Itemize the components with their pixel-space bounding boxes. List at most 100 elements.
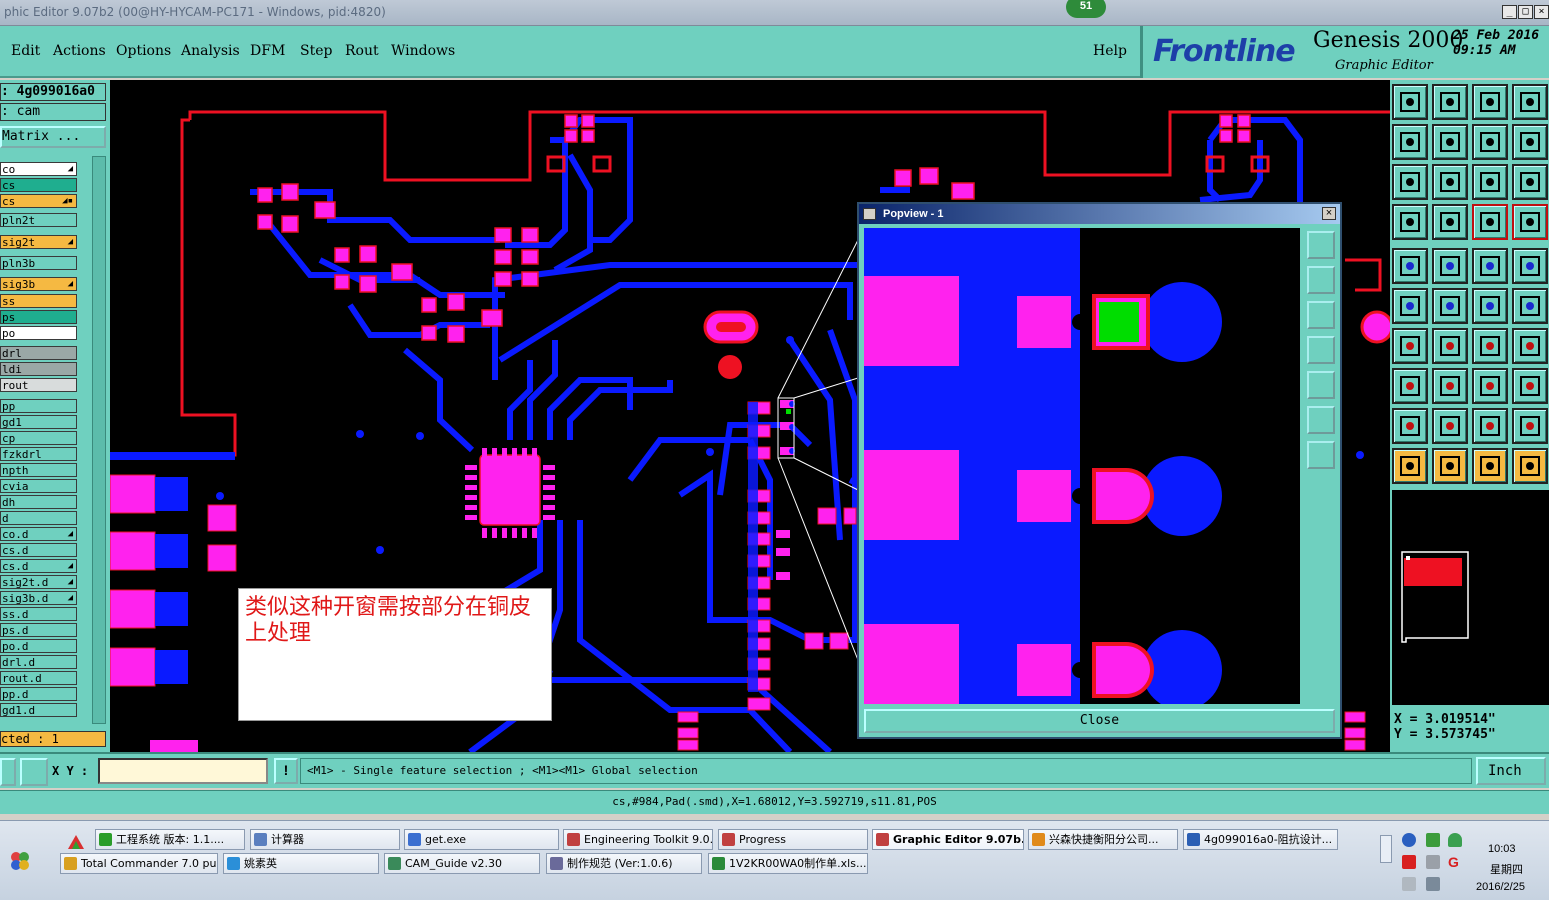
menu-actions[interactable]: Actions	[53, 43, 106, 59]
popview-titlebar[interactable]: Popview - 1	[859, 204, 1340, 224]
layer-row[interactable]: cp	[0, 431, 77, 445]
snap-toggle-icon[interactable]	[0, 758, 16, 786]
taskbar-button[interactable]: 制作规范 (Ver:1.0.6)	[546, 853, 702, 874]
arc-icon[interactable]	[1472, 328, 1508, 364]
layer-row[interactable]: npth	[0, 463, 77, 477]
maximize-button[interactable]: □	[1518, 5, 1533, 19]
node-icon[interactable]	[1392, 288, 1428, 324]
layer-row[interactable]: sig2t ◢	[0, 235, 77, 249]
scale-icon[interactable]	[1472, 164, 1508, 200]
layer-row[interactable]: d	[0, 511, 77, 525]
minimize-button[interactable]: _	[1502, 5, 1517, 19]
drc-icon[interactable]	[1512, 204, 1548, 240]
app-tray-icon[interactable]	[1402, 855, 1416, 869]
popview-pan-up-icon[interactable]	[1307, 266, 1335, 294]
popview-zoom-area-icon[interactable]	[1307, 231, 1335, 259]
layer-row[interactable]: gd1.d	[0, 703, 77, 717]
help-icon[interactable]	[1512, 164, 1548, 200]
units-selector[interactable]: Inch	[1476, 757, 1546, 785]
layer-row[interactable]: rout	[0, 378, 77, 392]
layer-row[interactable]: co.d ◢	[0, 527, 77, 541]
popview-close-button[interactable]: Close	[864, 709, 1335, 733]
edit-line-icon[interactable]	[1432, 328, 1468, 364]
taskbar-button[interactable]: 姚素英	[223, 853, 379, 874]
device-icon[interactable]	[1426, 855, 1440, 869]
layer-row[interactable]: sig2t.d ◢	[0, 575, 77, 589]
settings-icon[interactable]	[1392, 204, 1428, 240]
xy-input[interactable]	[98, 758, 268, 784]
layer-row[interactable]: po.d	[0, 639, 77, 653]
matrix-button[interactable]: Matrix ...	[0, 126, 106, 148]
shield-icon[interactable]	[1448, 833, 1462, 847]
layer-row[interactable]: pln2t	[0, 213, 77, 227]
layer-row[interactable]: pln3b	[0, 256, 77, 270]
layer-row[interactable]: cs	[0, 178, 77, 192]
taskbar-button[interactable]: CAM_Guide v2.30	[384, 853, 540, 874]
layer-row[interactable]: cs.d ◢	[0, 559, 77, 573]
layer-row[interactable]: fzkdrl	[0, 447, 77, 461]
taskbar-button[interactable]: 工程系统 版本: 1.1....	[95, 829, 245, 850]
split-icon[interactable]	[1512, 288, 1548, 324]
copy-icon[interactable]	[1472, 408, 1508, 444]
taskbar-button[interactable]: Progress	[718, 829, 868, 850]
probe-icon[interactable]	[1432, 204, 1468, 240]
add-line-icon[interactable]	[1432, 248, 1468, 284]
quicklaunch-icon[interactable]	[66, 833, 88, 853]
menu-help[interactable]: Help	[1093, 43, 1127, 59]
layer-row[interactable]: cvia	[0, 479, 77, 493]
clock-time[interactable]: 10:03	[1488, 843, 1516, 855]
layer-row[interactable]: cs.d	[0, 543, 77, 557]
shape-icon[interactable]	[1392, 368, 1428, 404]
align-icon[interactable]	[1512, 328, 1548, 364]
clock-weekday[interactable]: 星期四	[1490, 861, 1523, 877]
rotate-icon[interactable]	[1472, 448, 1508, 484]
fit-icon[interactable]	[1392, 164, 1428, 200]
layer-row[interactable]: gd1	[0, 415, 77, 429]
menu-windows[interactable]: Windows	[391, 43, 455, 59]
popview-pan-left-icon[interactable]	[1307, 336, 1335, 364]
layer-row[interactable]: rout.d	[0, 671, 77, 685]
draw-line-icon[interactable]	[1392, 328, 1428, 364]
layer-row[interactable]: dh	[0, 495, 77, 509]
menu-rout[interactable]: Rout	[345, 43, 379, 59]
tray-expand-icon[interactable]	[1380, 835, 1392, 863]
add-pad-icon[interactable]	[1392, 248, 1428, 284]
layer-row[interactable]: ss.d	[0, 607, 77, 621]
popview-canvas[interactable]	[864, 228, 1300, 704]
ruler-icon[interactable]	[1472, 248, 1508, 284]
menu-options[interactable]: Options	[116, 43, 171, 59]
layer-row[interactable]: drl	[0, 346, 77, 360]
taskbar-button[interactable]: Total Commander 7.0 pu...	[60, 853, 218, 874]
dimension-icon[interactable]	[1472, 368, 1508, 404]
home-icon[interactable]	[1472, 84, 1508, 120]
layer-row[interactable]: ldi	[0, 362, 77, 376]
snap-icon[interactable]	[1512, 448, 1548, 484]
menu-dfm[interactable]: DFM	[250, 43, 285, 59]
board-minimap[interactable]	[1392, 490, 1549, 705]
start-orb-icon[interactable]	[10, 851, 30, 871]
bluetooth-icon[interactable]	[1402, 833, 1416, 847]
popview-zoom-out-icon[interactable]	[1307, 406, 1335, 434]
group-icon[interactable]	[1512, 368, 1548, 404]
network-icon[interactable]	[1426, 833, 1440, 847]
layer-row[interactable]: ss	[0, 294, 77, 308]
menu-edit[interactable]: Edit	[11, 43, 40, 59]
move-icon[interactable]	[1432, 408, 1468, 444]
circle-icon[interactable]	[1512, 248, 1548, 284]
menu-analysis[interactable]: Analysis	[181, 43, 240, 59]
save-icon[interactable]	[1432, 84, 1468, 120]
g-app-icon[interactable]: G	[1448, 855, 1462, 869]
select-icon[interactable]	[1432, 448, 1468, 484]
popview-pan-right-icon[interactable]	[1307, 371, 1335, 399]
import-icon[interactable]	[1392, 124, 1428, 160]
trace-icon[interactable]	[1432, 368, 1468, 404]
delta-icon[interactable]	[1392, 408, 1428, 444]
taskbar-button[interactable]: 计算器	[250, 829, 400, 850]
layer-row[interactable]: pp	[0, 399, 77, 413]
layer-row[interactable]: ps.d	[0, 623, 77, 637]
taskbar-button[interactable]: 兴森快捷衡阳分公司...	[1028, 829, 1178, 850]
popview-pan-down-icon[interactable]	[1307, 301, 1335, 329]
popview-zoom-home-icon[interactable]	[1307, 441, 1335, 469]
layer-row[interactable]: ps	[0, 310, 77, 324]
monitor-icon[interactable]	[1402, 877, 1416, 891]
